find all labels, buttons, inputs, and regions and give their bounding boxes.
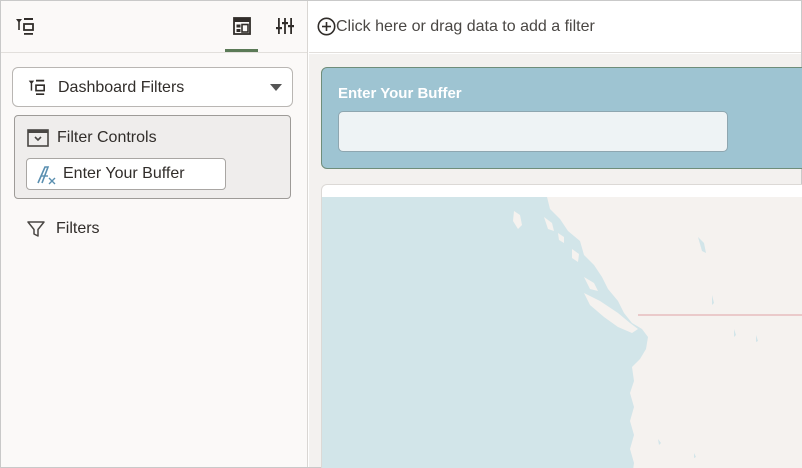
map-visualization[interactable] [321,184,802,468]
dropdown-box-icon [27,129,49,147]
chevron-down-icon [270,84,282,91]
map-canvas[interactable] [322,197,802,468]
filters-label: Filters [56,220,100,237]
fx-icon [36,164,58,186]
filter-control-item[interactable]: Enter Your Buffer [26,158,226,190]
filter-list-icon[interactable] [11,13,37,39]
left-panel: Dashboard Filters Filter Controls Enter … [1,1,308,467]
filter-bar[interactable]: Click here or drag data to add a filter [309,1,801,53]
sliders-icon[interactable] [272,13,298,39]
dashboard-filters-dropdown[interactable]: Dashboard Filters [12,67,293,107]
buffer-card-title: Enter Your Buffer [338,85,462,102]
filter-list-icon [26,77,46,97]
dropdown-label: Dashboard Filters [58,79,185,96]
buffer-filter-card: Enter Your Buffer [321,67,802,169]
layout-panel-icon[interactable] [229,13,255,39]
filter-controls-label: Filter Controls [57,129,157,146]
add-circle-icon[interactable] [317,17,336,36]
funnel-icon [27,220,45,238]
left-toolbar [1,1,307,53]
filter-bar-placeholder: Click here or drag data to add a filter [336,18,595,35]
active-tab-indicator [225,49,258,52]
filter-controls-section: Filter Controls Enter Your Buffer [14,115,291,199]
buffer-input[interactable] [338,111,728,152]
filter-control-label: Enter Your Buffer [63,165,185,182]
